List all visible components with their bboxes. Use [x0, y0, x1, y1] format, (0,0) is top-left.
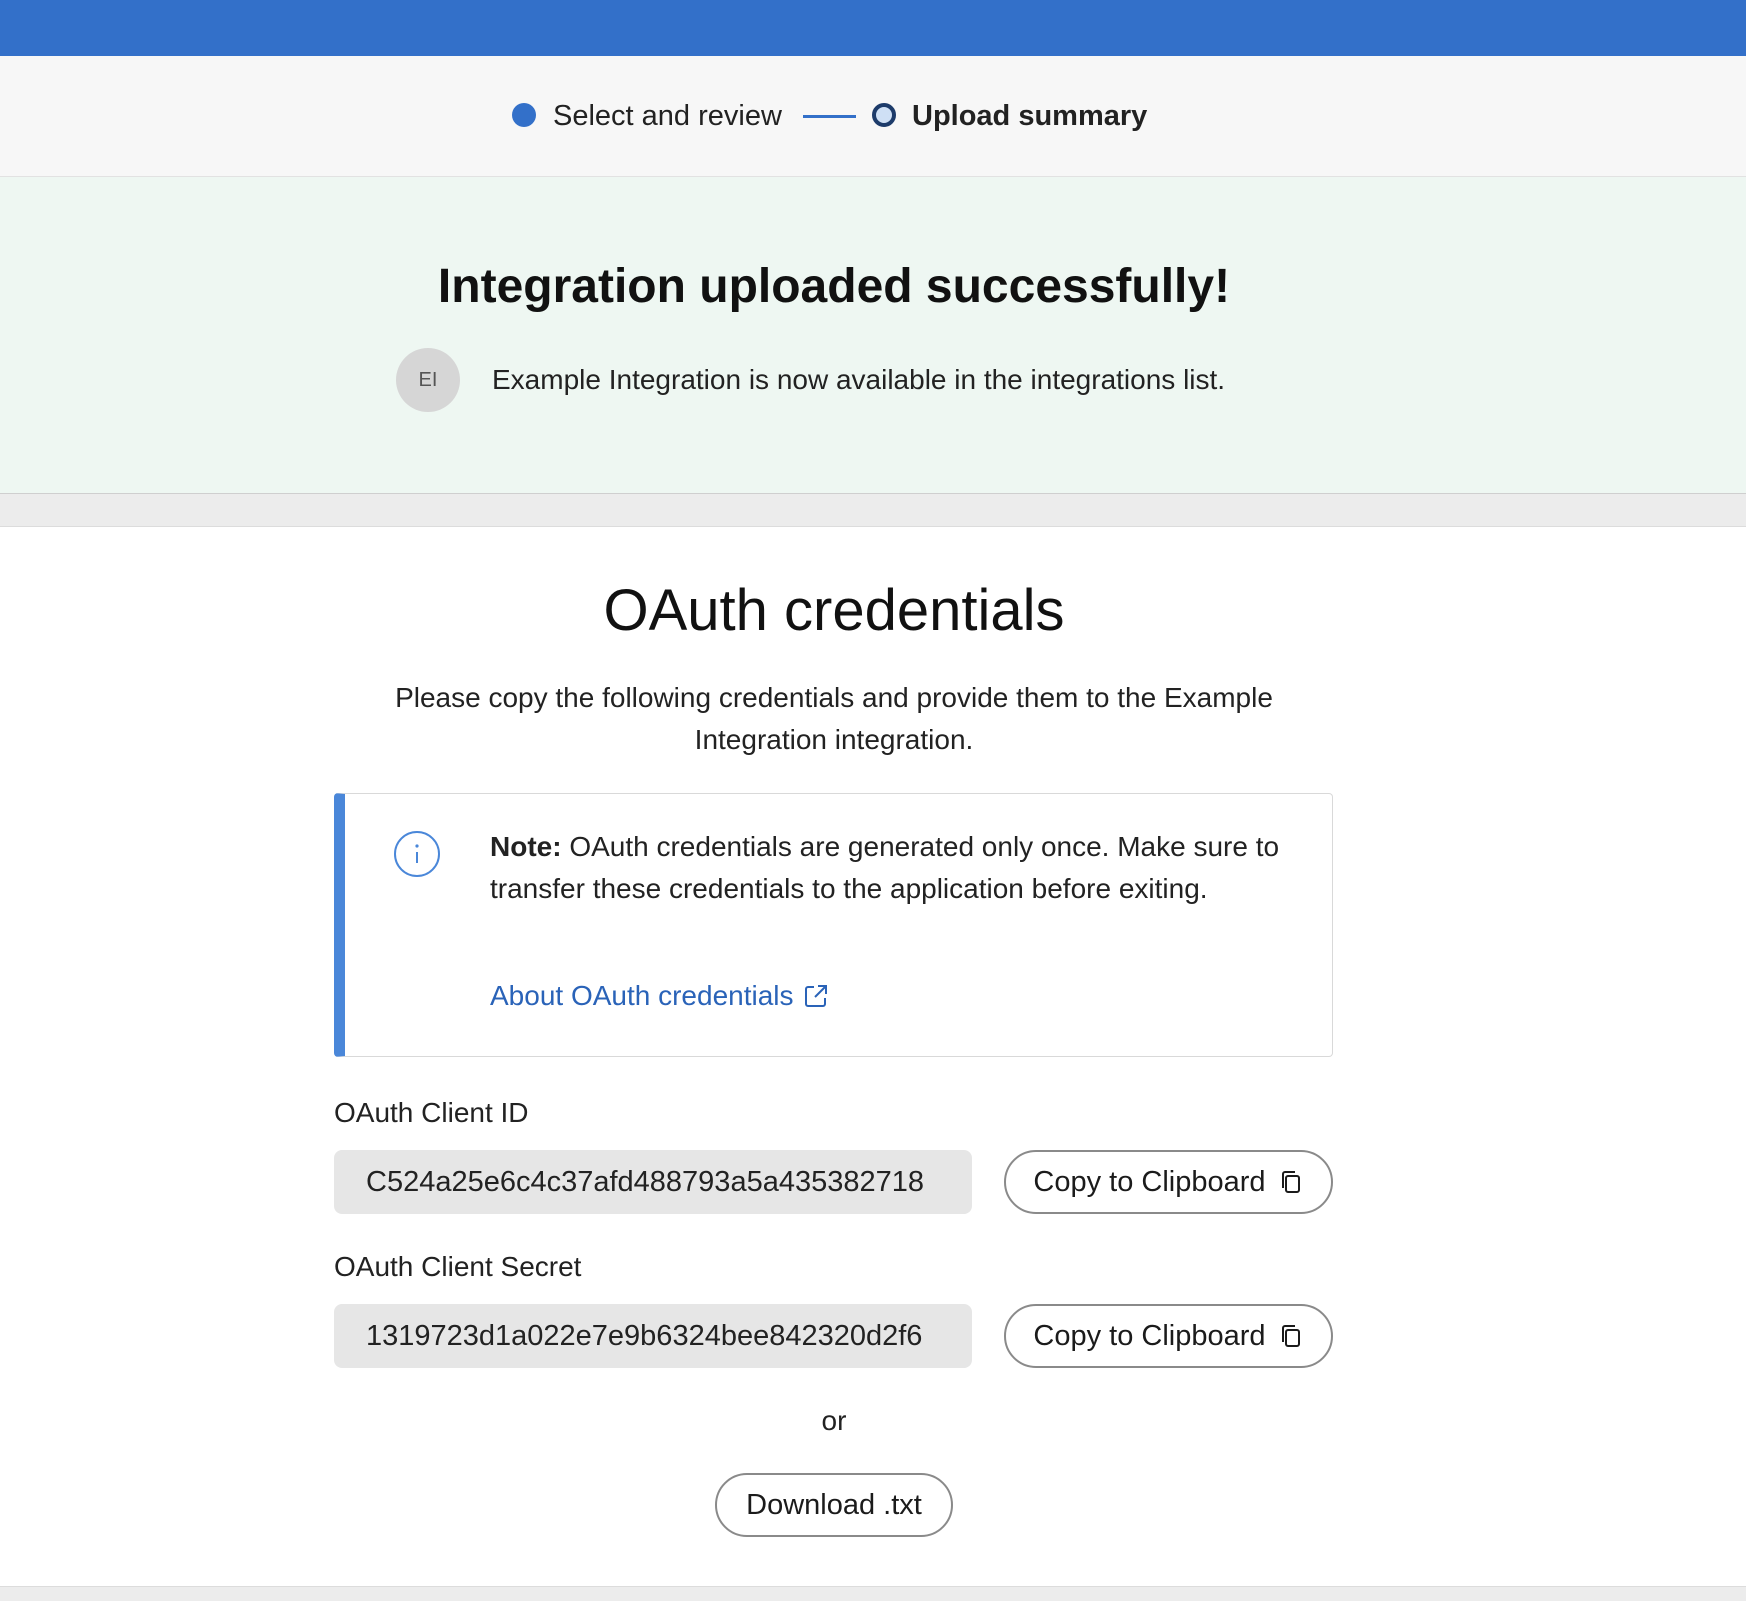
- copy-client-id-button[interactable]: Copy to Clipboard: [1004, 1150, 1333, 1214]
- step-current-dot: [872, 103, 896, 127]
- oauth-credentials-section: OAuth credentials Please copy the follow…: [0, 527, 1746, 1587]
- or-separator: or: [821, 1405, 847, 1436]
- note-callout: Note: OAuth credentials are generated on…: [334, 793, 1333, 1057]
- step-completed-dot: [512, 103, 536, 127]
- bottom-divider: [0, 1586, 1746, 1601]
- copy-client-id-label: Copy to Clipboard: [1033, 1165, 1266, 1198]
- download-txt-button[interactable]: Download .txt: [715, 1473, 953, 1537]
- info-icon: [394, 831, 440, 877]
- about-oauth-link-label: About OAuth credentials: [490, 980, 794, 1011]
- copy-icon: [1281, 1325, 1300, 1347]
- success-message: Example Integration is now available in …: [492, 364, 1226, 395]
- external-link-icon: [804, 985, 827, 1007]
- copy-client-secret-button[interactable]: Copy to Clipboard: [1004, 1304, 1333, 1368]
- client-id-label: OAuth Client ID: [334, 1097, 529, 1128]
- integration-avatar: EI: [396, 348, 460, 412]
- success-title: Integration uploaded successfully!: [437, 260, 1231, 313]
- note-body: OAuth credentials are generated only onc…: [490, 831, 1280, 904]
- client-secret-label: OAuth Client Secret: [334, 1251, 582, 1282]
- copy-icon: [1281, 1171, 1300, 1193]
- note-label: Note:: [490, 831, 562, 862]
- about-oauth-credentials-link[interactable]: About OAuth credentials: [490, 978, 830, 1014]
- progress-stepper: Select and review Upload summary: [0, 56, 1746, 177]
- client-secret-field[interactable]: 1319723d1a022e7e9b6324bee842320d2f6: [334, 1304, 972, 1368]
- success-banner: Integration uploaded successfully! EI Ex…: [0, 177, 1746, 494]
- copy-client-secret-label: Copy to Clipboard: [1033, 1319, 1266, 1352]
- note-text: Note: OAuth credentials are generated on…: [490, 826, 1280, 910]
- oauth-title: OAuth credentials: [603, 578, 1065, 643]
- client-id-field[interactable]: C524a25e6c4c37afd488793a5a435382718: [334, 1150, 972, 1214]
- section-divider: [0, 494, 1746, 527]
- step-label-select-and-review: Select and review: [553, 100, 782, 132]
- oauth-description: Please copy the following credentials an…: [395, 682, 1273, 755]
- step-label-upload-summary: Upload summary: [912, 100, 1148, 132]
- step-connector-line: [803, 115, 856, 118]
- top-header-bar: [0, 0, 1746, 56]
